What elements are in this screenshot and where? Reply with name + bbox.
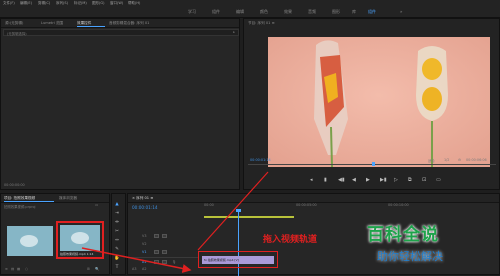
- watermark-title: 百科全说: [367, 225, 439, 245]
- watermark: 百科全说 助你轻松解决: [365, 212, 485, 272]
- drag-to-track-annotation: 拖入视频轨道: [263, 235, 318, 245]
- arrow-to-clip: [81, 247, 192, 273]
- watermark-subtitle: 助你轻松解决: [377, 250, 443, 263]
- arrow-to-monitor: [197, 171, 269, 251]
